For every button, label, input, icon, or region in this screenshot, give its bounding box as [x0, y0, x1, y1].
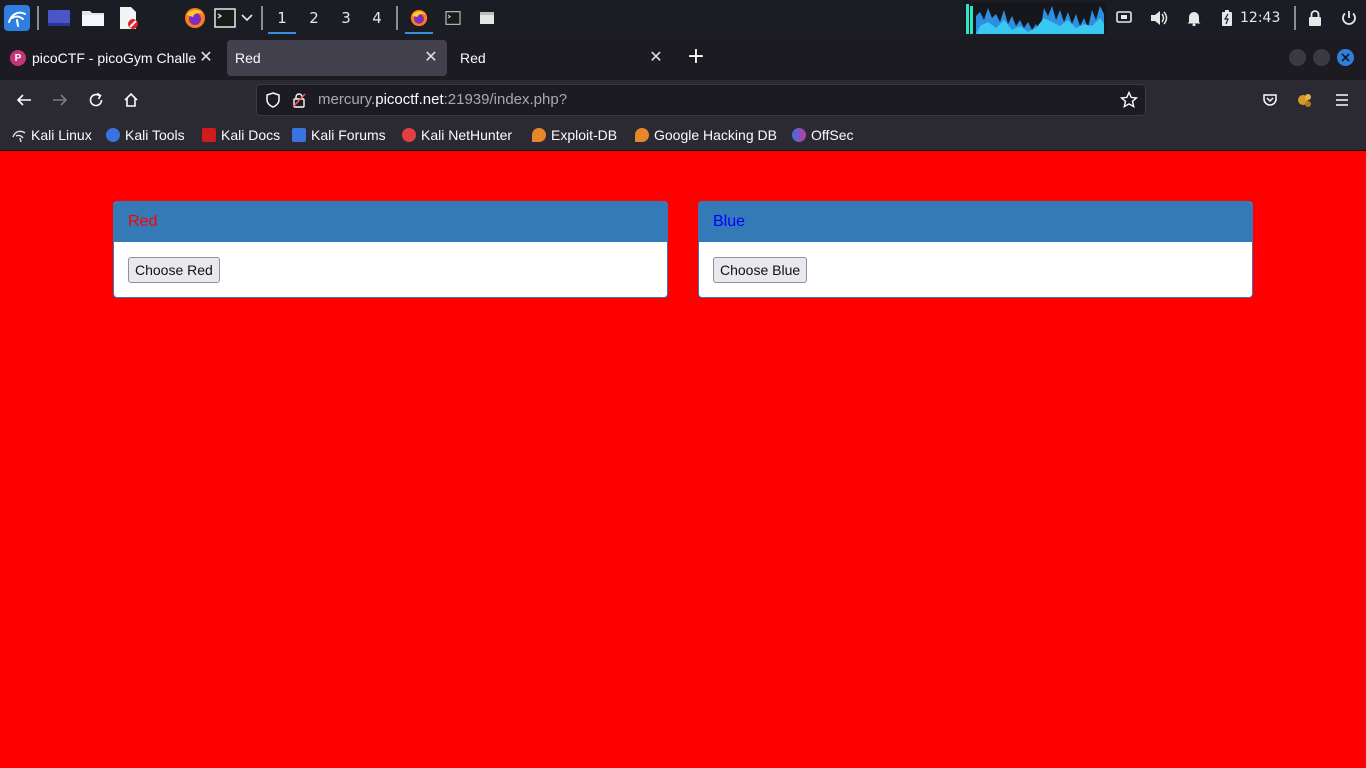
new-tab-button[interactable]: + [684, 46, 708, 70]
bookmark-kali-linux[interactable]: Kali Linux [12, 125, 92, 145]
red-panel-heading: Red [114, 202, 667, 242]
minimize-button[interactable] [1289, 49, 1306, 66]
page-content: Red Choose Red Blue Choose Blue [0, 151, 1366, 768]
bookmark-label: Kali Forums [311, 127, 386, 143]
lock-icon[interactable] [1304, 4, 1326, 32]
picoctf-favicon: P [10, 50, 26, 66]
panel-separator [261, 6, 263, 30]
chevron-down-icon[interactable] [239, 4, 255, 32]
url-suffix: :21939/index.php? [443, 91, 568, 108]
bookmark-kali-tools[interactable]: Kali Tools [106, 125, 185, 145]
blue-panel-body: Choose Blue [699, 242, 1252, 297]
url-bar[interactable]: mercury.picoctf.net:21939/index.php? [256, 84, 1146, 116]
panel-separator [1294, 6, 1296, 30]
forward-button[interactable] [46, 86, 74, 114]
bookmark-label: OffSec [811, 127, 854, 143]
ghdb-icon [635, 128, 649, 142]
bookmark-google-hacking-db[interactable]: Google Hacking DB [635, 125, 777, 145]
workspace-2[interactable]: 2 [298, 4, 330, 32]
bookmark-label: Kali Tools [125, 127, 185, 143]
menu-icon[interactable] [1328, 86, 1356, 114]
volume-icon[interactable] [1148, 4, 1170, 32]
blue-panel: Blue Choose Blue [698, 201, 1253, 298]
tab-label: picoCTF - picoGym Challe [32, 50, 197, 66]
home-button[interactable] [117, 86, 145, 114]
power-icon[interactable] [1338, 4, 1360, 32]
bookmark-offsec[interactable]: OffSec [792, 125, 854, 145]
star-icon[interactable] [1119, 90, 1139, 113]
desktop-icon[interactable] [46, 4, 72, 32]
bell-icon[interactable] [1183, 4, 1205, 32]
kali-forums-icon [292, 128, 306, 142]
url-host: picoctf.net [375, 91, 444, 108]
pocket-icon[interactable] [1256, 86, 1284, 114]
shield-icon[interactable] [265, 92, 281, 112]
choose-blue-button[interactable]: Choose Blue [713, 257, 808, 283]
bookmark-label: Kali Linux [31, 127, 92, 143]
kali-nethunter-icon [402, 128, 416, 142]
workspace-3[interactable]: 3 [330, 4, 362, 32]
bookmark-label: Kali Docs [221, 127, 281, 143]
panel-separator [396, 6, 398, 30]
tab-strip: P picoCTF - picoGym Challe ✕ Red ✕ Red ✕ [0, 36, 1366, 80]
exploit-db-icon [532, 128, 546, 142]
workspace-4[interactable]: 4 [361, 4, 393, 32]
maximize-button[interactable] [1313, 49, 1330, 66]
red-panel-body: Choose Red [114, 242, 667, 297]
tab-label: Red [460, 50, 486, 66]
reload-button[interactable] [82, 86, 110, 114]
kali-dragon-icon [12, 128, 26, 143]
tab-picoctf[interactable]: P picoCTF - picoGym Challe ✕ [4, 40, 222, 76]
back-button[interactable] [10, 86, 38, 114]
bookmark-exploit-db[interactable]: Exploit-DB [532, 125, 617, 145]
panel-separator [37, 6, 39, 30]
top-panel: 1 2 3 4 12:43 [0, 0, 1366, 36]
choose-red-button[interactable]: Choose Red [128, 257, 220, 283]
bookmark-kali-nethunter[interactable]: Kali NetHunter [402, 125, 512, 145]
display-icon[interactable] [1113, 4, 1135, 32]
url-prefix: mercury. [318, 91, 376, 108]
workspace-1[interactable]: 1 [266, 4, 298, 34]
file-manager-icon[interactable] [80, 4, 106, 32]
tab-red[interactable]: Red ✕ [452, 40, 672, 76]
close-icon[interactable]: ✕ [646, 48, 666, 68]
bookmark-kali-forums[interactable]: Kali Forums [292, 125, 386, 145]
window-icon[interactable] [472, 4, 502, 32]
close-icon[interactable]: ✕ [196, 48, 216, 68]
close-window-button[interactable] [1337, 49, 1354, 66]
nav-bar: mercury.picoctf.net:21939/index.php? [0, 80, 1366, 120]
blue-panel-heading: Blue [699, 202, 1252, 242]
kali-tools-icon [106, 128, 120, 142]
cpu-graph [964, 2, 1106, 34]
bookmark-label: Kali NetHunter [421, 127, 513, 143]
text-editor-icon[interactable] [115, 4, 141, 32]
clock[interactable]: 12:43 [1240, 0, 1280, 36]
bookmark-label: Google Hacking DB [654, 127, 777, 143]
kali-menu-icon[interactable] [3, 4, 31, 32]
firefox-icon[interactable] [182, 4, 208, 32]
firefox-window-icon[interactable] [403, 4, 435, 34]
terminal-icon[interactable] [213, 4, 237, 32]
close-icon[interactable]: ✕ [421, 48, 441, 68]
offsec-icon [792, 128, 806, 142]
terminal-window-icon[interactable] [438, 4, 468, 32]
url-text[interactable]: mercury.picoctf.net:21939/index.php? [318, 85, 567, 115]
red-panel: Red Choose Red [113, 201, 668, 298]
extension-icon[interactable] [1291, 86, 1319, 114]
insecure-lock-icon[interactable] [291, 92, 307, 112]
battery-icon [1217, 4, 1237, 32]
tab-label: Red [235, 50, 261, 66]
bookmark-kali-docs[interactable]: Kali Docs [202, 125, 280, 145]
kali-docs-icon [202, 128, 216, 142]
bookmark-label: Exploit-DB [551, 127, 618, 143]
bookmarks-bar: Kali Linux Kali Tools Kali Docs Kali For… [0, 120, 1366, 151]
tab-red-active[interactable]: Red ✕ [227, 40, 447, 76]
